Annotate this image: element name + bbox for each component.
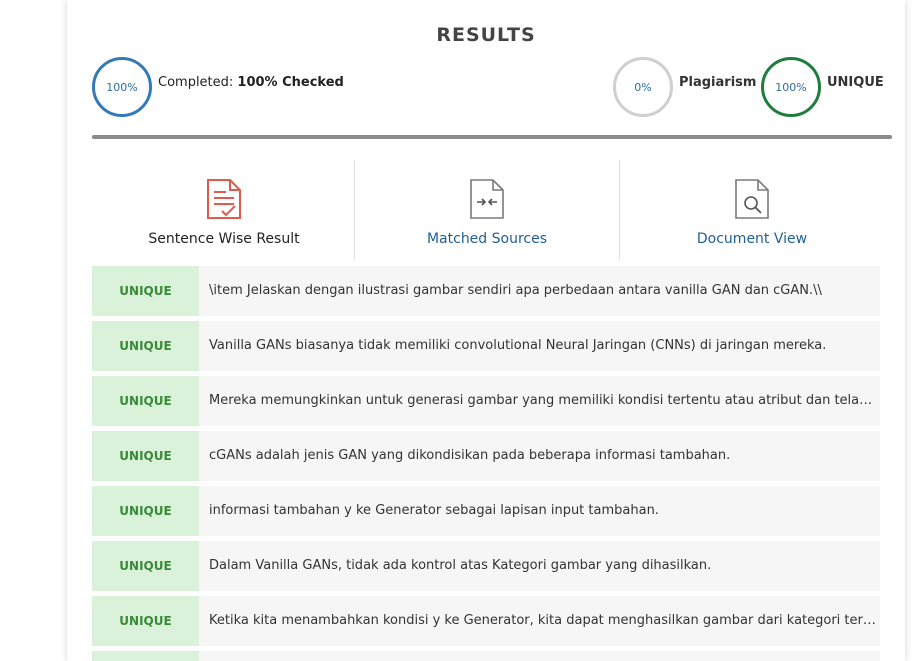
unique-badge: UNIQUE — [92, 486, 199, 536]
plagiarism-ring: 0% — [613, 57, 673, 117]
results-title: RESULTS — [436, 24, 536, 46]
tab-label: Sentence Wise Result — [148, 231, 300, 247]
unique-badge: UNIQUE — [92, 321, 199, 371]
unique-ring-text: 100% — [775, 80, 807, 94]
unique-badge: UNIQUE — [92, 376, 199, 426]
plagiarism-label: Plagiarism — [679, 75, 757, 90]
sentence-text: cGANs adalah jenis GAN yang dikondisikan… — [209, 448, 731, 463]
tab-label: Matched Sources — [426, 231, 548, 247]
result-row[interactable]: UNIQUE cGANs adalah jenis GAN yang dikon… — [92, 431, 880, 481]
document-compare-icon — [469, 178, 505, 224]
progress-fill — [92, 135, 892, 139]
unique-ring: 100% — [761, 57, 821, 117]
unique-badge: UNIQUE — [92, 266, 199, 316]
completed-ring-text: 100% — [106, 80, 138, 94]
completed-label-value: 100% Checked — [237, 75, 344, 90]
sentence-text: Ketika kita menambahkan kondisi y ke Gen… — [209, 613, 876, 628]
unique-label: UNIQUE — [827, 75, 884, 90]
completed-label-prefix: Completed: — [158, 75, 238, 90]
result-row[interactable]: UNIQUE \item Jelaskan dengan ilustrasi g… — [92, 266, 880, 316]
results-card: RESULTS 100% Completed: 100% Checked 0% … — [67, 0, 905, 661]
result-row[interactable]: UNIQUE informasi tambahan y ke Generator… — [92, 486, 880, 536]
tab-label: Document View — [696, 231, 808, 247]
progress-bar — [92, 135, 892, 139]
tab-document-view[interactable]: Document View — [620, 160, 884, 260]
result-row[interactable]: UNIQUE Ketika kita menambahkan kondisi y… — [92, 596, 880, 646]
result-row[interactable] — [92, 651, 880, 661]
completed-label: Completed: 100% Checked — [158, 75, 344, 90]
result-row[interactable]: UNIQUE Vanilla GANs biasanya tidak memil… — [92, 321, 880, 371]
result-row[interactable]: UNIQUE Mereka memungkinkan untuk generas… — [92, 376, 880, 426]
unique-badge — [92, 651, 199, 661]
tab-sentence-wise-result[interactable]: Sentence Wise Result — [92, 160, 356, 260]
result-row[interactable]: UNIQUE Dalam Vanilla GANs, tidak ada kon… — [92, 541, 880, 591]
unique-badge: UNIQUE — [92, 431, 199, 481]
sentence-text: Dalam Vanilla GANs, tidak ada kontrol at… — [209, 558, 712, 573]
sentence-text: Vanilla GANs biasanya tidak memiliki con… — [209, 338, 827, 353]
sentence-text: informasi tambahan y ke Generator sebaga… — [209, 503, 659, 518]
sentence-text: Mereka memungkinkan untuk generasi gamba… — [209, 393, 876, 408]
sentence-text: \item Jelaskan dengan ilustrasi gambar s… — [209, 283, 822, 298]
document-search-icon — [734, 178, 770, 224]
plagiarism-ring-text: 0% — [634, 80, 652, 94]
tab-matched-sources[interactable]: Matched Sources — [355, 160, 619, 260]
unique-badge: UNIQUE — [92, 596, 199, 646]
unique-badge: UNIQUE — [92, 541, 199, 591]
completed-ring: 100% — [92, 57, 152, 117]
document-check-icon — [206, 178, 242, 224]
